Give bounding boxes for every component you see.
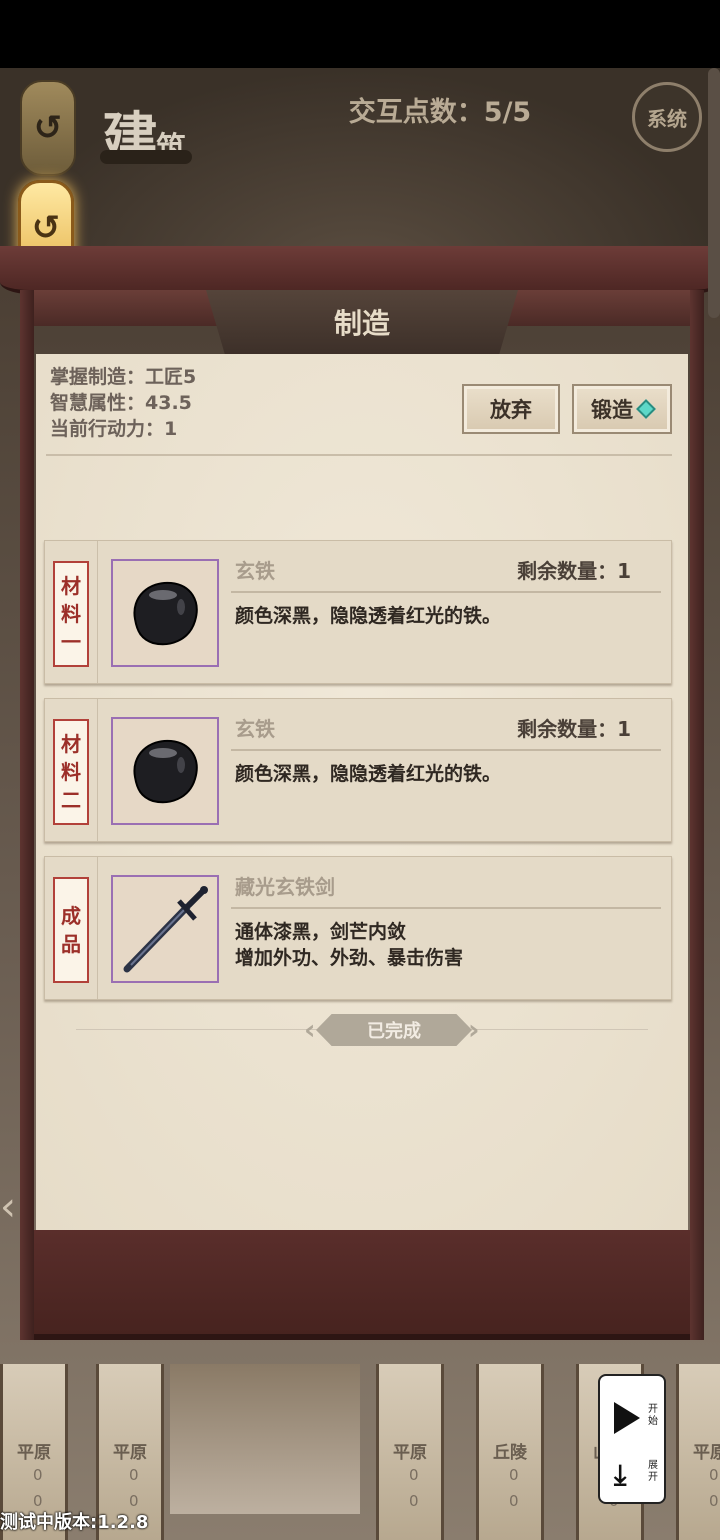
item-name: 玄铁: [235, 717, 275, 741]
sword-icon: [123, 886, 208, 973]
chevron-left-icon: ‹: [304, 1013, 316, 1046]
undo-arrow-icon: ↺: [31, 208, 61, 248]
slot-separator: [97, 541, 98, 683]
game-scene: 建筑 交互点数：5/5 系统 ↺ ↺ 制造 掌握制造：工匠5 智慧属性：43.5…: [0, 68, 720, 1540]
left-pillar: [20, 290, 34, 1340]
play-icon: [614, 1402, 640, 1434]
title-underline: [100, 150, 192, 164]
remaining-count: 剩余数量：1: [517, 559, 631, 583]
remaining-count: 剩余数量：1: [517, 717, 631, 741]
material-slot-1[interactable]: 材 料 一 玄铁 剩余数量：1 颜色深黑，隐隐透着红光的铁。: [44, 540, 672, 684]
right-pillar: [690, 290, 704, 1340]
item-name: 藏光玄铁剑: [235, 875, 335, 899]
wisdom-text: 智慧属性：43.5: [50, 392, 192, 414]
slot-separator: [97, 857, 98, 999]
action-power-text: 当前行动力：1: [50, 418, 178, 440]
slot-tag: 材 料 二: [53, 719, 89, 825]
interaction-points: 交互点数：5/5: [348, 97, 532, 128]
chevron-left-icon[interactable]: ‹: [0, 1184, 16, 1230]
slot-separator: [97, 699, 98, 841]
item-thumbnail[interactable]: [111, 717, 219, 825]
forge-label: 锻造: [591, 398, 633, 422]
version-label: 测试中版本:1.2.8: [0, 1512, 149, 1533]
back-button[interactable]: ↺: [20, 80, 76, 176]
item-name: 玄铁: [235, 559, 275, 583]
material-slot-2[interactable]: 材 料 二 玄铁 剩余数量：1 颜色深黑，隐隐透着红光的铁。: [44, 698, 672, 842]
expand-label: 展开: [648, 1460, 658, 1483]
scroll-edge: [708, 68, 720, 318]
product-slot[interactable]: 成 品 藏光玄铁剑 通体漆黑，剑芒内敛 增加外功、外劲、暴击伤害: [44, 856, 672, 1000]
collapse-down-icon[interactable]: ⤓: [614, 1458, 626, 1492]
black-ore-icon: [133, 581, 198, 646]
craft-panel: 掌握制造：工匠5 智慧属性：43.5 当前行动力：1 放弃 锻造 材 料 一 玄…: [36, 354, 688, 1230]
slot-tag: 材 料 一: [53, 561, 89, 667]
black-ore-icon: [133, 739, 198, 804]
chevron-right-icon: ›: [468, 1013, 480, 1046]
item-description: 颜色深黑，隐隐透着红光的铁。: [235, 763, 502, 785]
slot-tag: 成 品: [53, 877, 89, 983]
craft-info: 掌握制造：工匠5 智慧属性：43.5 当前行动力：1: [50, 364, 196, 442]
status-label: 已完成: [316, 1014, 472, 1046]
roof-beam: [0, 246, 720, 294]
card-divider: [231, 749, 661, 751]
mastery-text: 掌握制造：工匠5: [50, 366, 197, 388]
item-description: 颜色深黑，隐隐透着红光的铁。: [235, 605, 502, 627]
card-divider: [231, 591, 661, 593]
forge-button[interactable]: 锻造: [572, 384, 672, 434]
undo-arrow-icon: ↺: [33, 108, 63, 148]
item-description: 通体漆黑，剑芒内敛 增加外功、外劲、暴击伤害: [235, 921, 464, 969]
item-thumbnail[interactable]: [111, 559, 219, 667]
map-tile[interactable]: 丘陵 0 0: [476, 1364, 544, 1540]
system-button[interactable]: 系统: [632, 82, 702, 152]
abandon-button[interactable]: 放弃: [462, 384, 560, 434]
diamond-icon: [636, 399, 656, 419]
panel-footer: [34, 1230, 690, 1340]
town-image[interactable]: [170, 1364, 360, 1514]
play-control[interactable]: 开始 ⤓ 展开: [598, 1374, 666, 1504]
status-bar: [0, 0, 720, 68]
map-tile[interactable]: 平原 0 0: [376, 1364, 444, 1540]
item-thumbnail[interactable]: [111, 875, 219, 983]
card-divider: [231, 907, 661, 909]
start-label: 开始: [648, 1404, 658, 1427]
panel-heading: 制造: [206, 290, 518, 354]
abandon-label: 放弃: [490, 398, 532, 422]
title-bar: 建筑 交互点数：5/5 系统: [0, 68, 720, 258]
status-indicator: ‹ 已完成 ›: [76, 1014, 648, 1046]
divider: [46, 454, 672, 456]
map-tile[interactable]: 平原 0 0: [676, 1364, 720, 1540]
